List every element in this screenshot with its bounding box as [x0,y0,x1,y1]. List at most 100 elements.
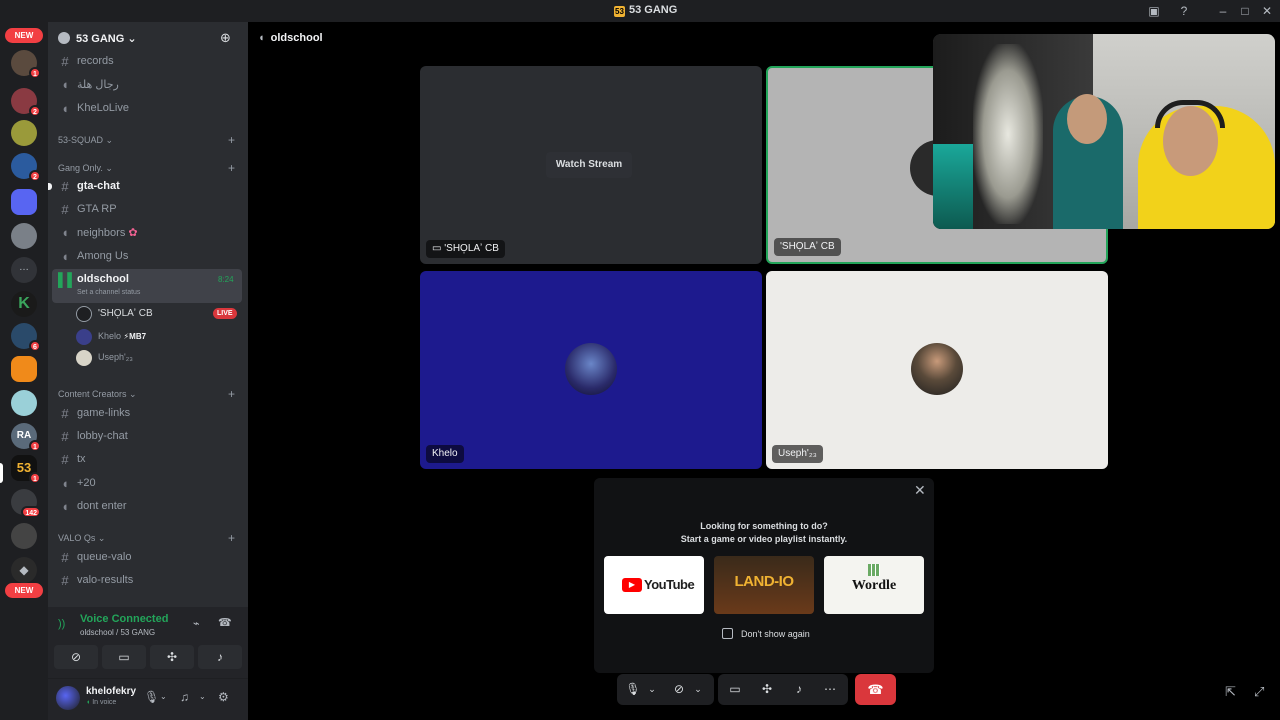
wordle-grid-icon [868,564,880,576]
call-actions: ▭ ✣ ♪ ⋯ [718,674,848,705]
chevron-down-icon[interactable]: ⌄ [199,692,206,701]
chevron-down-icon[interactable]: ⌄ [645,674,659,705]
activities-button[interactable]: ✣ [150,645,194,669]
server-icon[interactable]: RA 1 [11,423,41,452]
chevron-down-icon: ⌄ [127,33,137,45]
server-icon[interactable] [11,356,37,382]
channel-game-links[interactable]: # game-links [52,403,242,425]
disconnect-icon[interactable]: ☎ [218,616,232,629]
camera-off-button[interactable]: ⊘ [54,645,98,669]
server-name: 53 GANG [76,33,125,45]
server-icon[interactable]: 2 [11,88,41,117]
close-window-icon[interactable]: ✕ [1260,4,1274,18]
server-icon[interactable] [11,223,37,249]
pop-out-icon[interactable]: ⇱ [1225,684,1236,700]
channel-neighbors[interactable]: ◖ neighbors ✿ [52,222,242,244]
minimize-icon[interactable]: – [1216,4,1230,18]
add-channel-icon[interactable]: + [228,161,235,175]
batman-server-icon[interactable]: ◆ [11,557,37,583]
hash-icon: # [61,452,69,467]
chevron-down-icon[interactable]: ⌄ [691,674,705,705]
server-icon[interactable]: 142 [11,489,41,518]
53-gang-server-icon[interactable]: 53 1 [11,455,41,484]
activity-subheading: Start a game or video playlist instantly… [680,534,848,544]
soundboard-button[interactable]: ♪ [198,645,242,669]
unread-indicator [48,183,52,190]
settings-gear-icon[interactable]: ⚙ [218,690,229,704]
category-valo-qs[interactable]: VALO Qs ⌄ [58,533,105,544]
channel-khelolive[interactable]: ◖ KheLoLive [52,98,242,120]
new-badge: NEW [5,583,43,598]
category-content-creators[interactable]: Content Creators ⌄ [58,389,137,400]
watch-stream-button[interactable]: Watch Stream [546,152,632,178]
channel-gta-chat[interactable]: # gta-chat [48,176,242,198]
signal-icon[interactable]: )) [58,618,65,630]
maximize-icon[interactable]: □ [1238,4,1252,18]
live-badge: LIVE [213,308,237,319]
youtube-activity-card[interactable]: ▶ YouTube [604,556,704,614]
more-options-icon[interactable]: ⋯ [819,674,841,705]
microphone-icon[interactable]: 🎙 [144,690,159,704]
inbox-icon[interactable]: ▣ [1147,4,1161,18]
server-icon[interactable] [11,120,37,146]
channel-gta-rp[interactable]: # GTA RP [52,199,242,221]
avatar [911,343,963,395]
channel-plus20[interactable]: ◖ +20 [52,473,242,495]
share-screen-button[interactable]: ▭ [102,645,146,669]
category-gang-only[interactable]: Gang Only. ⌄ [58,163,113,174]
stream-tile[interactable]: Watch Stream ▭ 'SHO̩LAʼ CB [420,66,762,264]
channel-queue-valo[interactable]: # queue-valo [52,547,242,569]
folder-icon[interactable] [11,189,37,215]
add-channel-icon[interactable]: + [228,133,235,147]
category-53-squad[interactable]: 53-SQUAD ⌄ [58,135,113,146]
user-panel: khelofekry ◖ In voice 🎙 ⌄ ♫ ⌄ ⚙ [48,679,248,720]
hang-up-button[interactable]: ☎ [855,674,896,705]
voice-user[interactable]: Khelo ⚡MB7 [76,328,241,346]
avatar[interactable] [56,686,80,710]
channel-records[interactable]: # records [52,51,242,73]
fullscreen-icon[interactable]: ⤢ [1254,684,1264,700]
channel-lobby-chat[interactable]: # lobby-chat [52,426,242,448]
channel-dont-enter[interactable]: ◖ dont enter [52,496,242,518]
hash-icon: # [61,429,69,444]
channel-oldschool[interactable]: ▌▌ oldschool 8:24 Set a channel status [52,269,242,303]
server-icon[interactable] [11,523,37,549]
more-servers-icon[interactable]: … [11,257,37,283]
close-icon[interactable]: ✕ [914,482,926,499]
voice-location[interactable]: oldschool / 53 GANG [80,628,155,637]
channel-tx[interactable]: # tx [52,449,242,471]
checkbox[interactable] [722,628,733,639]
speaker-icon: ◖ [61,225,69,240]
server-icon[interactable]: 2 [11,153,41,182]
server-icon[interactable] [11,390,37,416]
selected-indicator [0,463,3,483]
server-icon[interactable]: 1 [11,50,41,79]
server-icon[interactable]: 6 [11,323,41,352]
dont-show-again-checkbox[interactable]: Don't show again [722,628,810,639]
soundboard-icon[interactable]: ♪ [788,674,810,705]
camera-off-icon[interactable]: ⊘ [669,674,689,705]
microphone-icon[interactable]: 🎙 [623,674,643,705]
noise-suppression-icon[interactable]: ⌁ [193,617,200,630]
webcam-overlay [933,34,1275,229]
land-io-activity-card[interactable]: LAND-IO [714,556,814,614]
headphones-icon[interactable]: ♫ [180,690,189,704]
add-channel-icon[interactable]: + [228,387,235,401]
channel-status-prompt[interactable]: Set a channel status [77,289,140,296]
channel-valo-results[interactable]: # valo-results [52,570,242,592]
voice-user[interactable]: 'SHO̩LAʼ CB LIVE [76,305,241,323]
activity-prompt: ✕ Looking for something to do? Start a g… [594,478,934,673]
voice-user[interactable]: Useph'₂₃ [76,349,241,367]
user-tile[interactable]: Khelo [420,271,762,469]
user-tile[interactable]: Useph'₂₃ [766,271,1108,469]
kick-server-icon[interactable]: K [11,291,37,317]
add-channel-icon[interactable]: + [228,531,235,545]
channel-among-us[interactable]: ◖ Among Us [52,246,242,268]
wordle-activity-card[interactable]: Wordle [824,556,924,614]
chevron-down-icon[interactable]: ⌄ [160,692,167,701]
share-screen-icon[interactable]: ▭ [724,674,746,705]
activities-icon[interactable]: ✣ [756,674,778,705]
invite-icon[interactable]: ⊕ [220,30,231,46]
channel-voice[interactable]: ◖ رجال هلة [52,74,242,96]
help-icon[interactable]: ? [1177,4,1191,18]
